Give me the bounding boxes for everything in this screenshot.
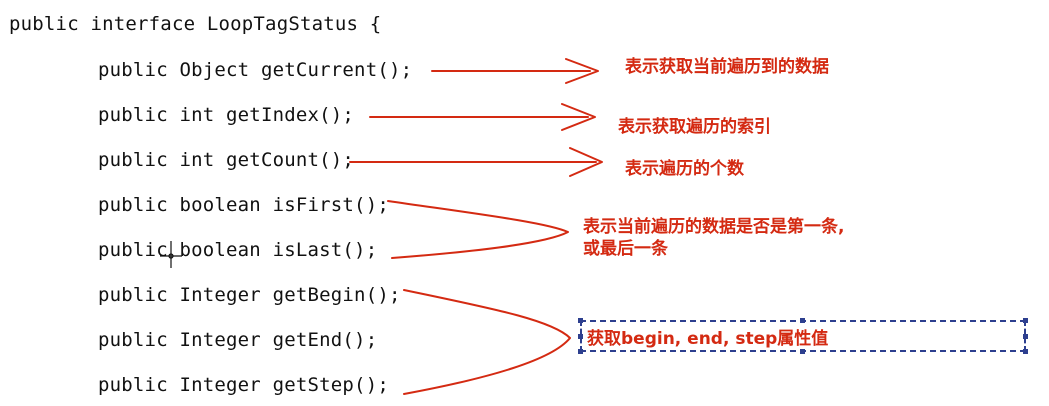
arrow-count: [349, 147, 603, 177]
selection-handle-tr[interactable]: [1023, 318, 1028, 323]
arrow-index: [369, 103, 596, 131]
selection-handle-bl[interactable]: [578, 349, 583, 354]
annotation-count: 表示遍历的个数: [625, 159, 744, 179]
annotation-index: 表示获取遍历的索引: [618, 117, 771, 137]
annotation-first-last-line2: 或最后一条: [583, 239, 668, 259]
selection-handle-bm[interactable]: [800, 349, 805, 354]
selection-handle-mr[interactable]: [1023, 334, 1028, 339]
annotation-current: 表示获取当前遍历到的数据: [625, 57, 829, 77]
selection-handle-br[interactable]: [1023, 349, 1028, 354]
annotation-begin-end-step[interactable]: 获取begin, end, step属性值: [587, 324, 828, 349]
arrow-current: [431, 58, 599, 84]
selection-handle-tl[interactable]: [578, 318, 583, 323]
selection-handle-ml[interactable]: [578, 334, 583, 339]
brace-begin-end-step: [403, 289, 571, 395]
brace-first-last: [387, 200, 569, 259]
text-cursor-icon: [160, 241, 182, 268]
selection-handle-tm[interactable]: [800, 318, 805, 323]
